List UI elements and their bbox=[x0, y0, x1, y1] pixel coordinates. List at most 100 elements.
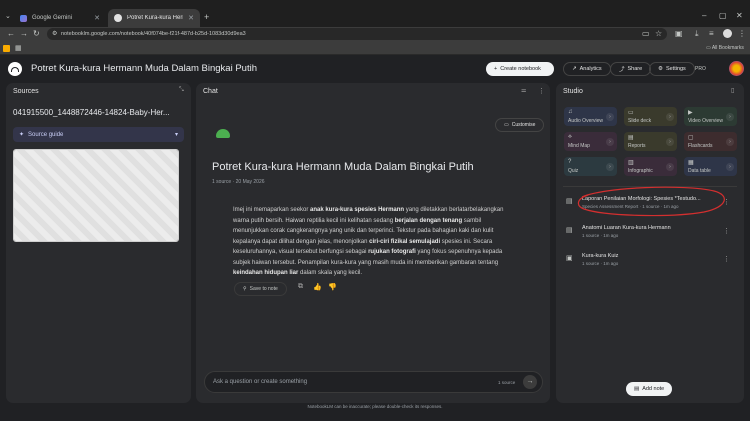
all-bookmarks[interactable]: ▭ All Bookmarks bbox=[706, 45, 744, 51]
thumbs-down-icon[interactable]: 👎 bbox=[328, 283, 337, 291]
analytics-label: Analytics bbox=[579, 66, 602, 72]
settings-button[interactable]: ⚙ Settings bbox=[649, 62, 695, 76]
report-icon: ▤ bbox=[566, 198, 573, 205]
bookmark-app-icon[interactable] bbox=[3, 45, 10, 52]
note-add-icon: ▤ bbox=[634, 386, 640, 392]
note-title: Kura-kura Kuiz bbox=[582, 253, 619, 259]
user-avatar[interactable] bbox=[729, 61, 744, 76]
copy-icon[interactable]: ⧉ bbox=[298, 283, 303, 291]
notebook-emoji-turtle-icon bbox=[216, 129, 230, 138]
source-guide-label: Source guide bbox=[28, 131, 64, 138]
tab-google-gemini[interactable]: Google Gemini ✕ bbox=[14, 9, 106, 27]
save-to-note-button[interactable]: ⚲ Save to note bbox=[234, 282, 287, 296]
extensions-icon[interactable]: ▣ bbox=[675, 29, 683, 39]
disclaimer-text: NotebookLM can be inaccurate; please dou… bbox=[307, 404, 443, 409]
chevron-right-icon[interactable]: › bbox=[666, 163, 674, 171]
create-notebook-label: Create notebook bbox=[500, 66, 541, 72]
chat-input-placeholder: Ask a question or create something bbox=[213, 379, 308, 385]
sources-header: Sources bbox=[13, 88, 39, 95]
thumbs-up-icon[interactable]: 👍 bbox=[313, 283, 322, 291]
source-name[interactable]: 041915500_1448872446-14824-Baby-Her... bbox=[13, 108, 170, 117]
studio-card-infographic[interactable]: ▥ Infographic › bbox=[624, 157, 677, 176]
sparkle-icon: ✦ bbox=[19, 132, 25, 138]
note-menu-icon[interactable]: ⋮ bbox=[723, 227, 730, 235]
chat-header: Chat bbox=[203, 88, 218, 95]
chevron-right-icon[interactable]: › bbox=[726, 113, 734, 121]
share-icon: ⤴ bbox=[619, 67, 625, 73]
close-tab-icon[interactable]: ✕ bbox=[188, 14, 194, 22]
note-menu-icon[interactable]: ⋮ bbox=[723, 255, 730, 263]
studio-card-reports[interactable]: ▤ Reports › bbox=[624, 132, 677, 151]
create-notebook-button[interactable]: + Create notebook bbox=[486, 62, 554, 76]
plus-icon: + bbox=[494, 66, 498, 72]
collapse-sources-icon[interactable]: ⤡ bbox=[179, 87, 184, 94]
studio-card-audio-overview[interactable]: ♫ Audio Overview › bbox=[564, 107, 617, 126]
all-bookmarks-label: All Bookmarks bbox=[711, 45, 744, 51]
source-guide-toggle[interactable]: ✦ Source guide ▾ bbox=[13, 127, 184, 142]
analytics-button[interactable]: ↗ Analytics bbox=[563, 62, 611, 76]
reload-icon[interactable]: ↻ bbox=[33, 29, 40, 39]
chevron-right-icon[interactable]: › bbox=[666, 138, 674, 146]
chat-menu-icon[interactable]: ⋮ bbox=[538, 87, 545, 95]
cast-icon[interactable]: ▭ bbox=[642, 29, 650, 39]
close-window-icon[interactable]: ✕ bbox=[736, 11, 743, 20]
media-icon[interactable]: ≡ bbox=[709, 29, 714, 39]
studio-card-video-overview[interactable]: ▶ Video Overview › bbox=[684, 107, 737, 126]
new-tab-button[interactable]: + bbox=[204, 12, 209, 22]
chevron-down-icon: ▾ bbox=[174, 132, 178, 138]
send-button[interactable]: → bbox=[523, 375, 537, 389]
annotation-circle bbox=[577, 186, 725, 217]
close-tab-icon[interactable]: ✕ bbox=[94, 14, 100, 22]
source-count: 1 source bbox=[498, 380, 516, 385]
notebook-title[interactable]: Potret Kura-kura Hermann Muda Dalam Bing… bbox=[31, 63, 257, 74]
chat-settings-icon[interactable]: ⚌ bbox=[521, 87, 526, 94]
pin-icon: ⚲ bbox=[243, 286, 247, 292]
studio-card-mind-map[interactable]: ⟡ Mind Map › bbox=[564, 132, 617, 151]
chevron-right-icon[interactable]: › bbox=[606, 163, 614, 171]
note-title: Anatomi Luaran Kura-kura Hermann bbox=[582, 225, 671, 231]
customise-button[interactable]: ▭ Customise bbox=[495, 118, 545, 132]
apps-grid-icon[interactable]: ▦ bbox=[15, 44, 22, 52]
download-icon[interactable]: ⤓ bbox=[695, 29, 699, 39]
image-placeholder bbox=[14, 150, 178, 241]
chat-meta: 1 source · 20 May 2026 bbox=[212, 179, 265, 185]
back-icon[interactable]: ← bbox=[7, 29, 15, 39]
address-bar[interactable]: notebooklm.google.com/notebook/40f074be-… bbox=[47, 28, 667, 40]
forward-icon[interactable]: → bbox=[20, 29, 28, 39]
gemini-icon bbox=[20, 14, 27, 22]
maximize-icon[interactable]: ▢ bbox=[719, 11, 727, 20]
chevron-right-icon[interactable]: › bbox=[666, 113, 674, 121]
share-label: Share bbox=[627, 66, 643, 72]
site-info-icon[interactable]: ⚙ bbox=[52, 30, 57, 37]
settings-icon: ⚙ bbox=[658, 66, 663, 72]
tab-search-button[interactable]: ⌄ bbox=[5, 12, 11, 20]
studio-card-slide-deck[interactable]: ▭ Slide deck › bbox=[624, 107, 677, 126]
share-button[interactable]: ⤴ Share bbox=[610, 62, 652, 76]
tab-label: Potret Kura-kura Hermann Mu... bbox=[127, 15, 183, 21]
add-note-label: Add note bbox=[642, 386, 665, 392]
chevron-right-icon[interactable]: › bbox=[726, 163, 734, 171]
url-text: notebooklm.google.com/notebook/40f074be-… bbox=[61, 31, 246, 37]
minimize-icon[interactable]: – bbox=[702, 11, 706, 20]
chevron-right-icon[interactable]: › bbox=[606, 113, 614, 121]
customise-icon: ▭ bbox=[504, 122, 509, 128]
note-subtitle: 1 source · 1m ago bbox=[582, 261, 619, 266]
collapse-studio-icon[interactable]: ▯ bbox=[731, 87, 734, 94]
profile-avatar[interactable] bbox=[723, 29, 732, 38]
notebooklm-logo-mark bbox=[11, 67, 19, 72]
studio-card-data-table[interactable]: ▦ Data table › bbox=[684, 157, 737, 176]
studio-card-quiz[interactable]: ? Quiz › bbox=[564, 157, 617, 176]
source-image bbox=[13, 149, 179, 242]
bookmarks-bar bbox=[0, 42, 750, 55]
tab-notebooklm[interactable]: Potret Kura-kura Hermann Mu... ✕ bbox=[108, 9, 200, 27]
chevron-right-icon[interactable]: › bbox=[726, 138, 734, 146]
chevron-right-icon[interactable]: › bbox=[606, 138, 614, 146]
tab-label: Google Gemini bbox=[32, 15, 73, 21]
add-note-button[interactable]: ▤ Add note bbox=[626, 382, 673, 396]
studio-card-flashcards[interactable]: ▢ Flashcards › bbox=[684, 132, 737, 151]
studio-tools-grid: ♫ Audio Overview › ▭ Slide deck › ▶ Video Overv… bbox=[564, 107, 738, 179]
save-to-note-label: Save to note bbox=[249, 286, 278, 292]
chat-title: Potret Kura-kura Hermann Muda Dalam Bing… bbox=[212, 161, 474, 173]
menu-dots-icon[interactable]: ⋮ bbox=[738, 29, 746, 39]
bookmark-star-icon[interactable]: ☆ bbox=[655, 29, 662, 39]
